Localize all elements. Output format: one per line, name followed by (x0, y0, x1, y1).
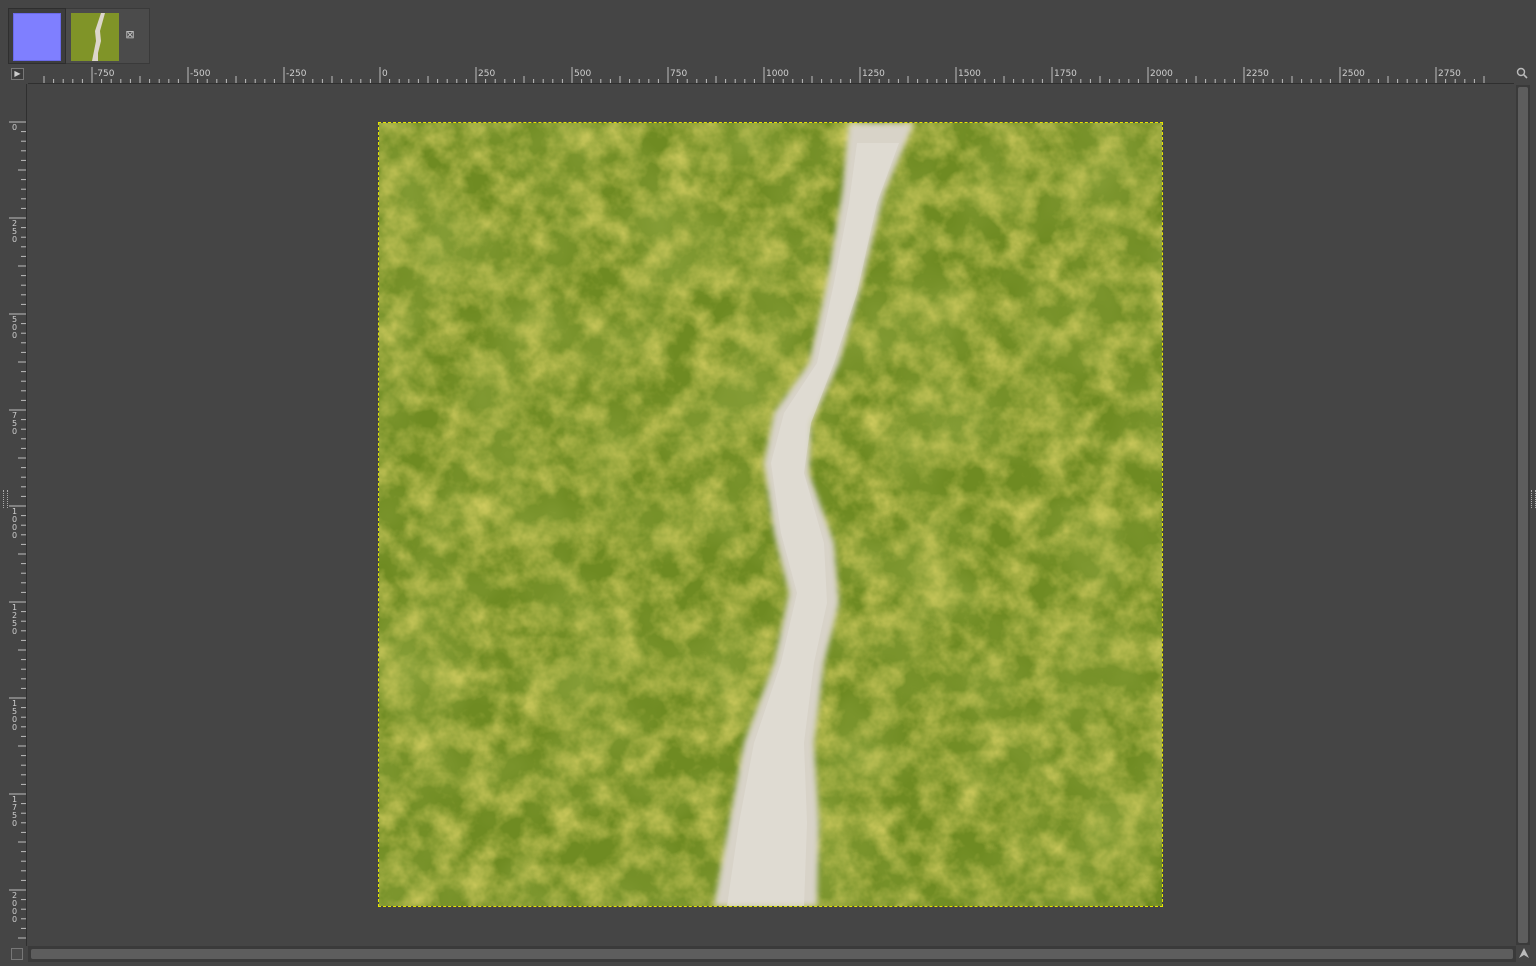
horizontal-ruler[interactable]: -750 -500 -250 0 250 500 750 1000 1250 1500 1750 20… (28, 66, 1514, 84)
left-dock-handle[interactable] (3, 490, 8, 508)
hruler-label: 250 (478, 69, 495, 79)
play-right-icon: ▶ (14, 69, 21, 78)
vertical-scrollbar[interactable] (1516, 85, 1530, 945)
close-icon[interactable]: ⊠ (124, 29, 136, 41)
hruler-label: 2250 (1246, 69, 1269, 79)
vertical-scroll-thumb[interactable] (1518, 87, 1528, 943)
right-dock-handle[interactable] (1531, 490, 1536, 508)
hruler-label: 0 (382, 69, 388, 79)
vertical-ruler-scale: 0 2 5 0 5 0 0 7 5 0 1 0 0 0 1 2 5 0 1 5 0 0 1 7 5 0 2 0 0 0 (9, 121, 26, 939)
hruler-label: 2500 (1342, 69, 1365, 79)
ruler-corner-button[interactable]: ▶ (11, 68, 24, 80)
grass-path-thumbnail (71, 13, 119, 61)
vertical-ruler[interactable]: 0 250 500 750 1000 1250 1500 1750 2000 (8, 84, 27, 946)
normal-map-thumbnail (13, 13, 61, 61)
hruler-label: 1000 (766, 69, 789, 79)
magnifier-icon (1516, 67, 1528, 79)
vruler-label: 0 (12, 123, 17, 132)
hruler-label: 2000 (1150, 69, 1173, 79)
image-tab-bar: ⊠ (0, 0, 1536, 66)
vruler-label: 1750 (12, 795, 17, 828)
hruler-label: 500 (574, 69, 591, 79)
vruler-label: 1500 (12, 699, 17, 732)
image-tab-normal-map[interactable] (8, 8, 66, 64)
vruler-label: 500 (12, 315, 17, 340)
hruler-label: 2750 (1438, 69, 1461, 79)
hruler-label: 750 (670, 69, 687, 79)
vruler-label: 750 (12, 411, 17, 436)
vruler-label: 250 (12, 219, 17, 244)
hruler-label: -250 (286, 69, 307, 79)
hruler-label: 1750 (1054, 69, 1077, 79)
horizontal-scrollbar[interactable] (28, 946, 1516, 962)
image-canvas[interactable] (378, 122, 1163, 907)
vruler-label: 2000 (12, 891, 17, 924)
quick-mask-icon[interactable] (11, 948, 23, 960)
grass-path-texture (379, 123, 1162, 906)
horizontal-scroll-thumb[interactable] (31, 949, 1513, 959)
zoom-button[interactable] (1515, 67, 1529, 81)
hruler-label: -500 (190, 69, 211, 79)
hruler-label: 1500 (958, 69, 981, 79)
image-tab-grass-path[interactable]: ⊠ (66, 8, 150, 64)
hruler-label: -750 (94, 69, 115, 79)
hruler-label: 1250 (862, 69, 885, 79)
navigate-arrow-icon[interactable] (1517, 947, 1531, 961)
vruler-label: 1250 (12, 603, 17, 636)
horizontal-ruler-scale: -750 -500 -250 0 250 500 750 1000 1250 1500 1750 20… (43, 67, 1485, 83)
vruler-label: 1000 (12, 507, 17, 540)
